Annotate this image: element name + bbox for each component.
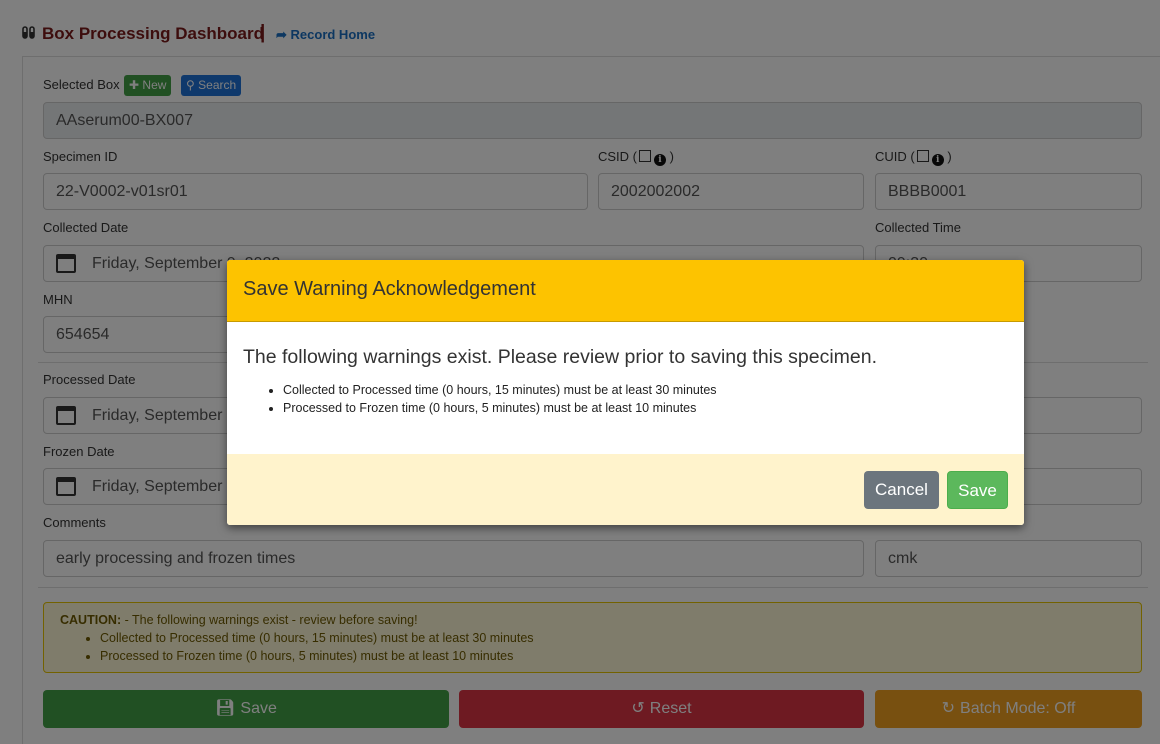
modal-lead-text: The following warnings exist. Please rev… [243, 346, 878, 368]
modal-header: Save Warning Acknowledgement [227, 260, 1024, 322]
modal-footer: Cancel Save [227, 454, 1024, 525]
modal-title: Save Warning Acknowledgement [243, 278, 536, 300]
modal-cancel-button[interactable]: Cancel [864, 471, 939, 509]
modal-warning-item: Processed to Frozen time (0 hours, 5 min… [283, 399, 1008, 417]
modal-warning-list: Collected to Processed time (0 hours, 15… [283, 381, 1008, 417]
save-warning-modal: Save Warning Acknowledgement The followi… [227, 260, 1024, 525]
modal-warning-item: Collected to Processed time (0 hours, 15… [283, 381, 1008, 399]
modal-save-button[interactable]: Save [947, 471, 1008, 509]
modal-body: The following warnings exist. Please rev… [227, 322, 1024, 454]
